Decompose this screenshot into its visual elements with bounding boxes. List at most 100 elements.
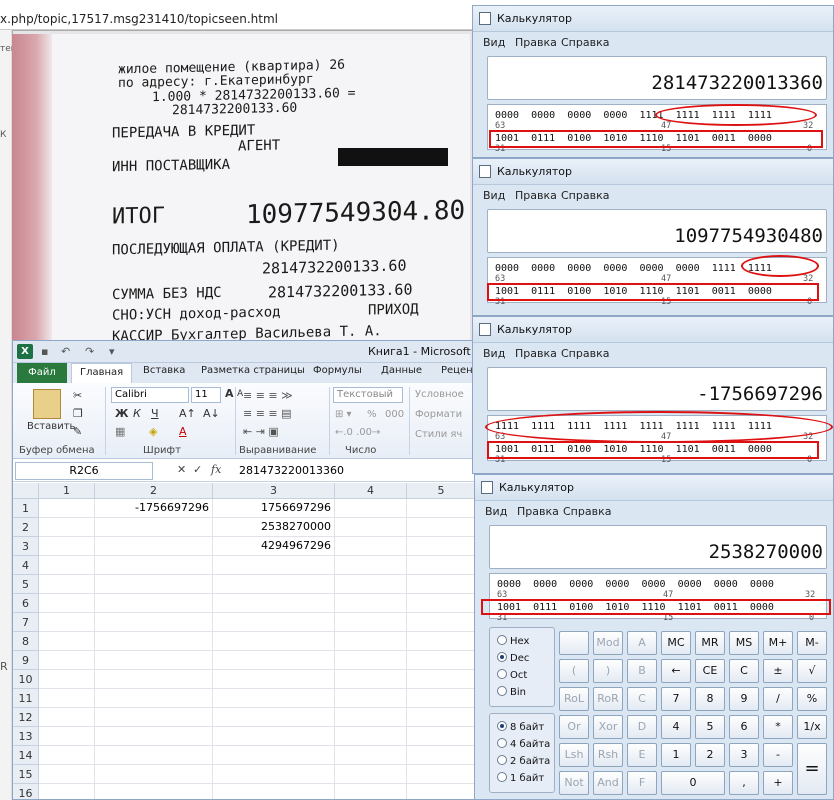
column-header[interactable]: 2 — [95, 483, 213, 499]
tab-insert[interactable]: Вставка — [143, 365, 185, 376]
cell[interactable] — [95, 613, 213, 632]
cell[interactable] — [407, 765, 474, 784]
menu-help[interactable]: Справка — [563, 505, 611, 518]
grow-font-icon[interactable]: A — [225, 387, 234, 400]
key-button[interactable]: 7 — [661, 687, 691, 711]
key-button[interactable]: C — [729, 659, 759, 683]
cell[interactable] — [213, 594, 335, 613]
fill-color-icon[interactable]: ◈ — [149, 425, 157, 438]
cell[interactable] — [213, 765, 335, 784]
decimal-icons[interactable]: ←.0 .00→ — [335, 427, 380, 438]
row-header[interactable]: 10 — [13, 670, 39, 689]
key-button[interactable]: 6 — [729, 715, 759, 739]
bold-button[interactable]: Ж — [115, 407, 128, 420]
format-as-table-button[interactable]: Формати — [415, 409, 462, 420]
cell[interactable] — [213, 708, 335, 727]
select-all-corner[interactable] — [13, 483, 39, 499]
radix-option[interactable]: Bin — [497, 686, 526, 698]
key-button[interactable]: 1 — [661, 743, 691, 767]
tab-formulas[interactable]: Формулы — [313, 365, 362, 376]
key-button[interactable]: √ — [797, 659, 827, 683]
menu-edit[interactable]: Правка — [515, 347, 557, 360]
cell[interactable] — [39, 746, 95, 765]
undo-icon[interactable]: ↶ — [61, 345, 70, 358]
key-button[interactable]: % — [797, 687, 827, 711]
thousands-button[interactable]: 000 — [385, 409, 404, 420]
cell[interactable] — [213, 784, 335, 799]
key-button[interactable]: D — [627, 715, 657, 739]
key-button[interactable]: 0 — [661, 771, 725, 795]
key-button[interactable]: Not — [559, 771, 589, 795]
cell[interactable] — [95, 651, 213, 670]
tab-home[interactable]: Главная — [71, 363, 133, 383]
word-size-option[interactable]: 2 байта — [497, 755, 550, 767]
fx-icon[interactable]: fx — [211, 463, 221, 476]
menu-edit[interactable]: Правка — [515, 36, 557, 49]
key-button[interactable]: MR — [695, 631, 725, 655]
row-header[interactable]: 7 — [13, 613, 39, 632]
radix-option[interactable]: Hex — [497, 635, 529, 647]
cell[interactable] — [407, 518, 474, 537]
key-button[interactable]: M- — [797, 631, 827, 655]
cell[interactable] — [335, 784, 407, 799]
format-painter-icon[interactable]: ✎ — [73, 425, 82, 438]
cell[interactable] — [407, 613, 474, 632]
key-button[interactable]: Xor — [593, 715, 623, 739]
word-size-option[interactable]: 4 байта — [497, 738, 550, 750]
cell[interactable] — [213, 632, 335, 651]
cell[interactable] — [335, 746, 407, 765]
cell[interactable] — [335, 556, 407, 575]
cell[interactable] — [39, 575, 95, 594]
key-button[interactable]: - — [763, 743, 793, 767]
key-button[interactable]: B — [627, 659, 657, 683]
row-header[interactable]: 5 — [13, 575, 39, 594]
cell[interactable] — [213, 727, 335, 746]
cell[interactable] — [407, 499, 474, 518]
cell[interactable] — [39, 537, 95, 556]
cell[interactable] — [39, 556, 95, 575]
menu-edit[interactable]: Правка — [517, 505, 559, 518]
cell[interactable] — [335, 765, 407, 784]
key-button[interactable]: 8 — [695, 687, 725, 711]
cell[interactable] — [95, 518, 213, 537]
cell[interactable] — [39, 765, 95, 784]
cell[interactable] — [95, 689, 213, 708]
equals-button[interactable]: = — [797, 743, 827, 795]
cell-styles-button[interactable]: Стили яч — [415, 429, 462, 440]
cell[interactable] — [407, 575, 474, 594]
cell[interactable] — [39, 632, 95, 651]
key-button[interactable]: ( — [559, 659, 589, 683]
shrink-font-button[interactable]: A↓ — [203, 407, 220, 420]
underline-button[interactable]: Ч — [151, 407, 159, 420]
cell[interactable] — [407, 689, 474, 708]
key-button[interactable]: Or — [559, 715, 589, 739]
radix-option[interactable]: Dec — [497, 652, 529, 664]
tab-file[interactable]: Файл — [17, 363, 67, 383]
grow-font-button[interactable]: A↑ — [179, 407, 196, 420]
row-header[interactable]: 6 — [13, 594, 39, 613]
cell[interactable] — [407, 537, 474, 556]
key-button[interactable]: 2 — [695, 743, 725, 767]
key-button[interactable]: 1/x — [797, 715, 827, 739]
key-button[interactable]: ← — [661, 659, 691, 683]
key-button[interactable]: + — [763, 771, 793, 795]
key-button[interactable]: RoL — [559, 687, 589, 711]
enter-icon[interactable]: ✓ — [193, 463, 202, 476]
cell[interactable] — [95, 537, 213, 556]
cell[interactable] — [39, 651, 95, 670]
cell[interactable] — [335, 594, 407, 613]
menu-help[interactable]: Справка — [561, 347, 609, 360]
cell[interactable] — [39, 727, 95, 746]
cell[interactable] — [95, 556, 213, 575]
key-button[interactable]: MC — [661, 631, 691, 655]
row-header[interactable]: 8 — [13, 632, 39, 651]
tab-page-layout[interactable]: Разметка страницы — [201, 365, 305, 376]
row-header[interactable]: 15 — [13, 765, 39, 784]
save-icon[interactable]: ▪ — [41, 345, 48, 358]
key-button[interactable]: CE — [695, 659, 725, 683]
cell[interactable] — [407, 784, 474, 799]
cell[interactable] — [95, 632, 213, 651]
key-button[interactable]: E — [627, 743, 657, 767]
key-button[interactable]: / — [763, 687, 793, 711]
key-button[interactable]: 4 — [661, 715, 691, 739]
